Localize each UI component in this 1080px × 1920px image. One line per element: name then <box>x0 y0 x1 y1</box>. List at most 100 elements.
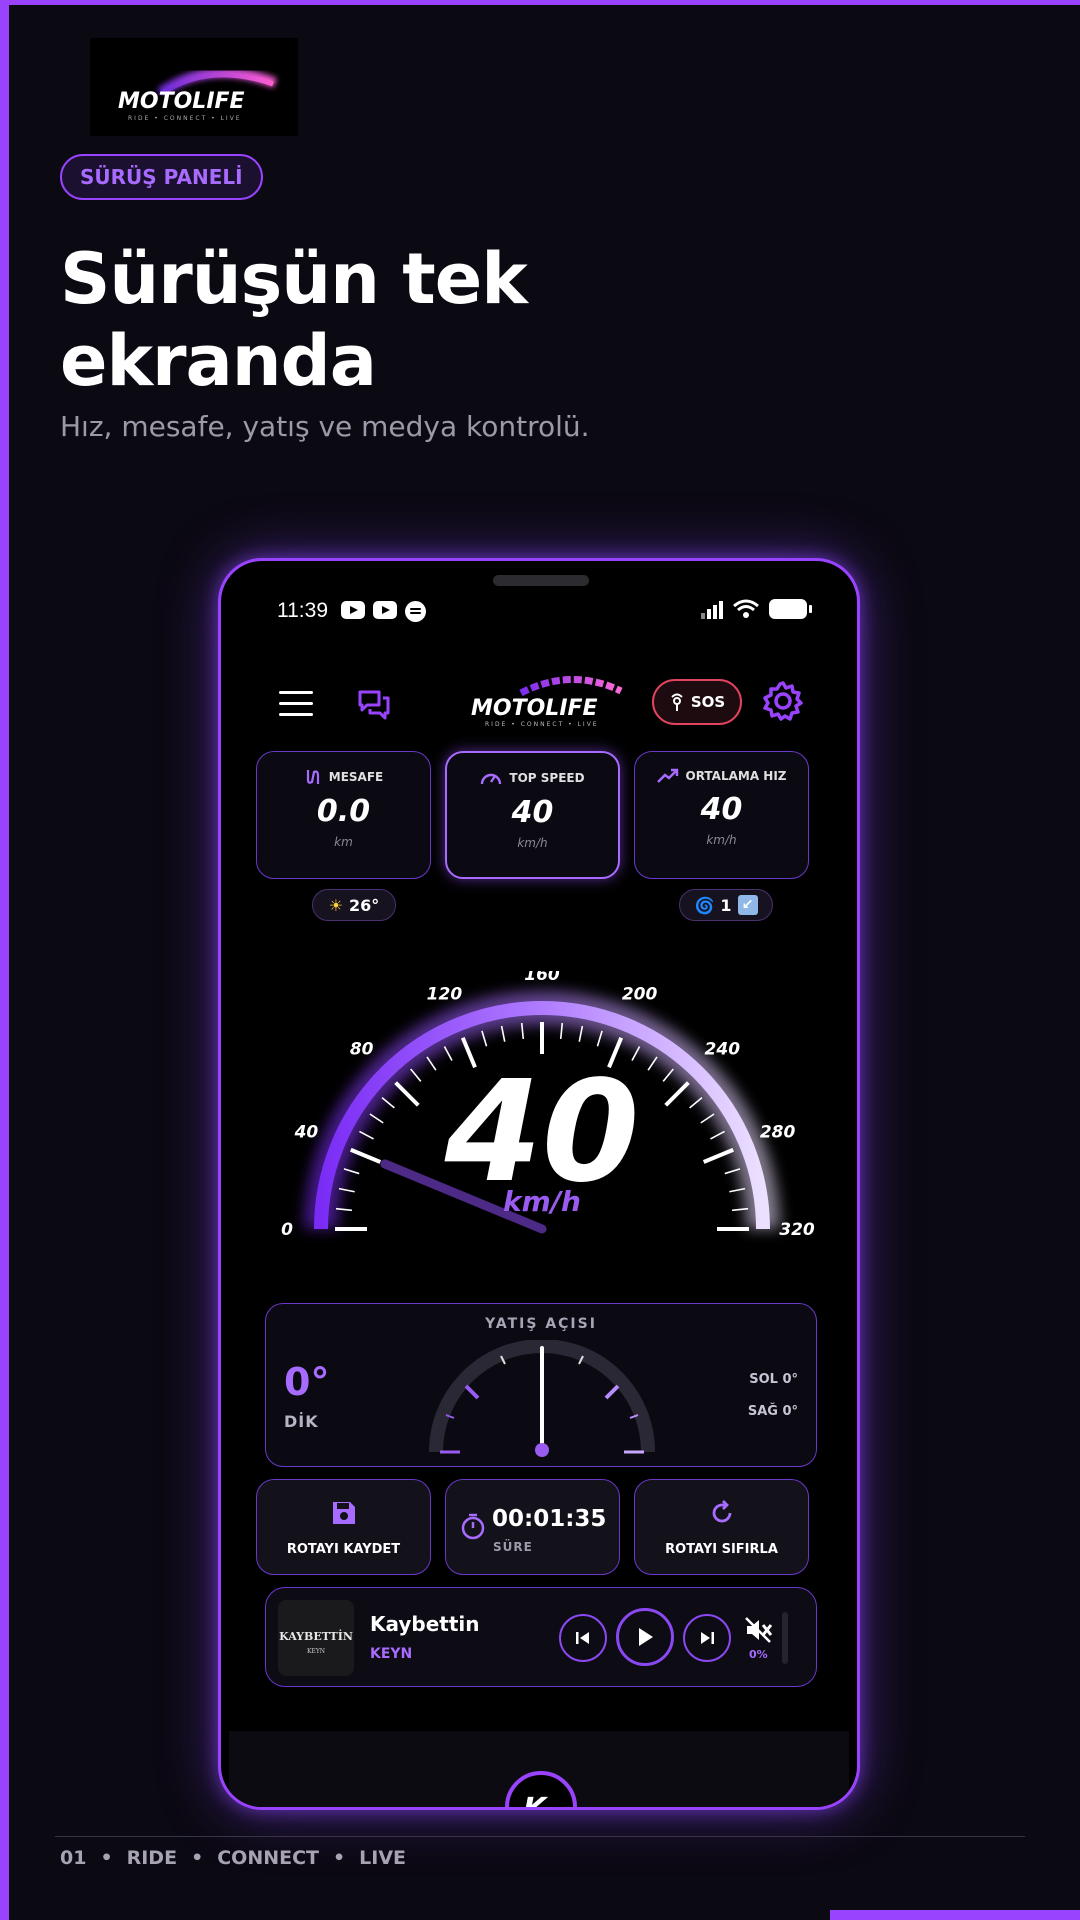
gauge-minor-tick <box>710 1130 725 1140</box>
stat-title: ORTALAMA HIZ <box>685 769 787 783</box>
svg-text:K: K <box>523 1792 549 1810</box>
status-time: 11:39 <box>277 599 328 622</box>
route-icon <box>306 770 319 784</box>
gauge-minor-tick <box>410 1068 422 1082</box>
direction-arrow-icon: ↙ <box>737 895 758 915</box>
album-title: KAYBETTİN <box>279 1630 353 1643</box>
gauge-major-tick <box>349 1147 382 1164</box>
gauge-major-tick <box>664 1081 690 1107</box>
stat-value: 40 <box>511 795 554 830</box>
weather-pill: ☀ 26° <box>312 889 396 921</box>
gauge-tick-label: 40 <box>294 1122 319 1142</box>
app-logo-tagline: RIDE • CONNECT • LIVE <box>485 721 599 728</box>
song-artist: KEYN <box>370 1646 413 1662</box>
app-logo-text: MOTOLIFE <box>471 696 598 721</box>
footer-divider <box>55 1836 1025 1837</box>
song-title: Kaybettin <box>370 1612 480 1636</box>
footer-word: RIDE <box>126 1847 178 1869</box>
youtube-icon <box>373 601 397 619</box>
brand-logo-moto: MOTOLIFE <box>118 89 245 114</box>
save-route-label: ROTAYI KAYDET <box>286 1542 401 1557</box>
hero-subtitle: Hız, mesafe, yatış ve medya kontrolü. <box>60 410 590 443</box>
section-badge: SÜRÜŞ PANELİ <box>60 154 263 200</box>
footer-word: CONNECT <box>217 1847 320 1869</box>
app-logo: MOTOLIFE RIDE • CONNECT • LIVE <box>471 676 623 728</box>
sos-button[interactable]: SOS <box>652 679 742 725</box>
speedometer-gauge: 04080120160200240280320 40 km/h <box>281 971 815 1240</box>
volume-percent: 0% <box>749 1648 768 1661</box>
wifi-icon <box>733 599 759 618</box>
lean-value: 0° <box>284 1360 330 1404</box>
gauge-minor-tick <box>426 1056 437 1071</box>
frame-left-bar <box>0 0 9 1920</box>
lean-left: SOL 0° <box>749 1372 798 1387</box>
spotify-icon <box>405 601 426 622</box>
menu-icon[interactable] <box>279 691 313 716</box>
sos-label: SOS <box>690 693 726 711</box>
music-player: KAYBETTİN KEYN Kaybettin KEYN 0% <box>265 1587 817 1687</box>
lean-gauge <box>429 1340 655 1457</box>
timer-card: 00:01:35 SÜRE <box>445 1479 620 1575</box>
gauge-tick-label: 280 <box>760 1122 796 1142</box>
gauge-minor-tick <box>369 1113 384 1124</box>
gauge-tick-label: 120 <box>427 984 463 1004</box>
reset-route-button[interactable]: ROTAYI SIFIRLA <box>634 1479 809 1575</box>
skip-next-icon <box>701 1632 714 1644</box>
footer: 01 • RIDE • CONNECT • LIVE <box>60 1847 406 1869</box>
volume-slider[interactable] <box>782 1612 788 1664</box>
fab-logo-icon: K <box>523 1792 549 1810</box>
lean-title: YATIŞ AÇISI <box>485 1316 597 1332</box>
sun-icon: ☀ <box>328 895 344 915</box>
chat-icon[interactable] <box>357 689 391 721</box>
next-button[interactable] <box>683 1614 731 1662</box>
brand-logo-tagline: RIDE • CONNECT • LIVE <box>128 115 242 122</box>
footer-separator: • <box>100 1847 113 1869</box>
stat-value: 0.0 <box>316 794 371 829</box>
speed-unit: km/h <box>503 1185 581 1218</box>
youtube-icon <box>341 601 365 619</box>
stopwatch-icon <box>461 1513 485 1540</box>
mute-icon[interactable] <box>744 1616 774 1644</box>
gear-icon[interactable] <box>761 679 805 723</box>
lean-angle-card: YATIŞ AÇISI 0° DİK SOL 0° SAĞ 0° <box>265 1303 817 1467</box>
gauge-major-tick <box>394 1081 420 1107</box>
gauge-tick-label: 80 <box>350 1040 374 1060</box>
stat-card-average-speed: ORTALAMA HIZ 40 km/h <box>634 751 809 879</box>
stat-card-distance: MESAFE 0.0 km <box>256 751 431 879</box>
timer-value: 00:01:35 <box>492 1506 607 1532</box>
stat-title: MESAFE <box>328 770 384 784</box>
battery-icon <box>769 599 812 619</box>
gauge-tick-label: 0 <box>281 1220 293 1240</box>
frame-bottom-accent <box>830 1910 1080 1920</box>
album-art: KAYBETTİN KEYN <box>278 1600 354 1676</box>
phone-notch <box>493 575 589 586</box>
wind-pill: 🌀 1 ↙ <box>679 889 773 921</box>
wind-value: 1 <box>720 895 732 915</box>
hero-title: Sürüşün tek ekranda <box>60 238 528 402</box>
wind-icon: 🌀 <box>694 895 715 915</box>
previous-button[interactable] <box>559 1614 607 1662</box>
album-artist: KEYN <box>306 1648 326 1655</box>
stat-unit: km <box>334 835 353 849</box>
save-route-button[interactable]: ROTAYI KAYDET <box>256 1479 431 1575</box>
lean-right: SAĞ 0° <box>747 1404 798 1419</box>
status-app-icons <box>341 601 426 622</box>
footer-separator: • <box>333 1847 346 1869</box>
footer-word: LIVE <box>359 1847 407 1869</box>
gauge-minor-tick <box>700 1113 715 1124</box>
stat-value: 40 <box>700 792 743 827</box>
gauge-tick-label: 240 <box>705 1040 741 1060</box>
stat-unit: km/h <box>517 836 548 850</box>
gauge-minor-tick <box>381 1097 395 1109</box>
stat-title: TOP SPEED <box>509 771 585 785</box>
trend-up-icon <box>656 768 678 783</box>
speedometer-icon <box>481 773 502 785</box>
gauge-minor-tick <box>689 1097 703 1109</box>
reset-route-label: ROTAYI SIFIRLA <box>665 1542 778 1557</box>
play-icon <box>639 1628 653 1646</box>
timer-label: SÜRE <box>493 1540 533 1554</box>
lean-state: DİK <box>284 1412 319 1431</box>
weather-temp: 26° <box>349 895 380 915</box>
play-button[interactable] <box>616 1608 674 1666</box>
stat-card-top-speed: TOP SPEED 40 km/h <box>445 751 620 879</box>
